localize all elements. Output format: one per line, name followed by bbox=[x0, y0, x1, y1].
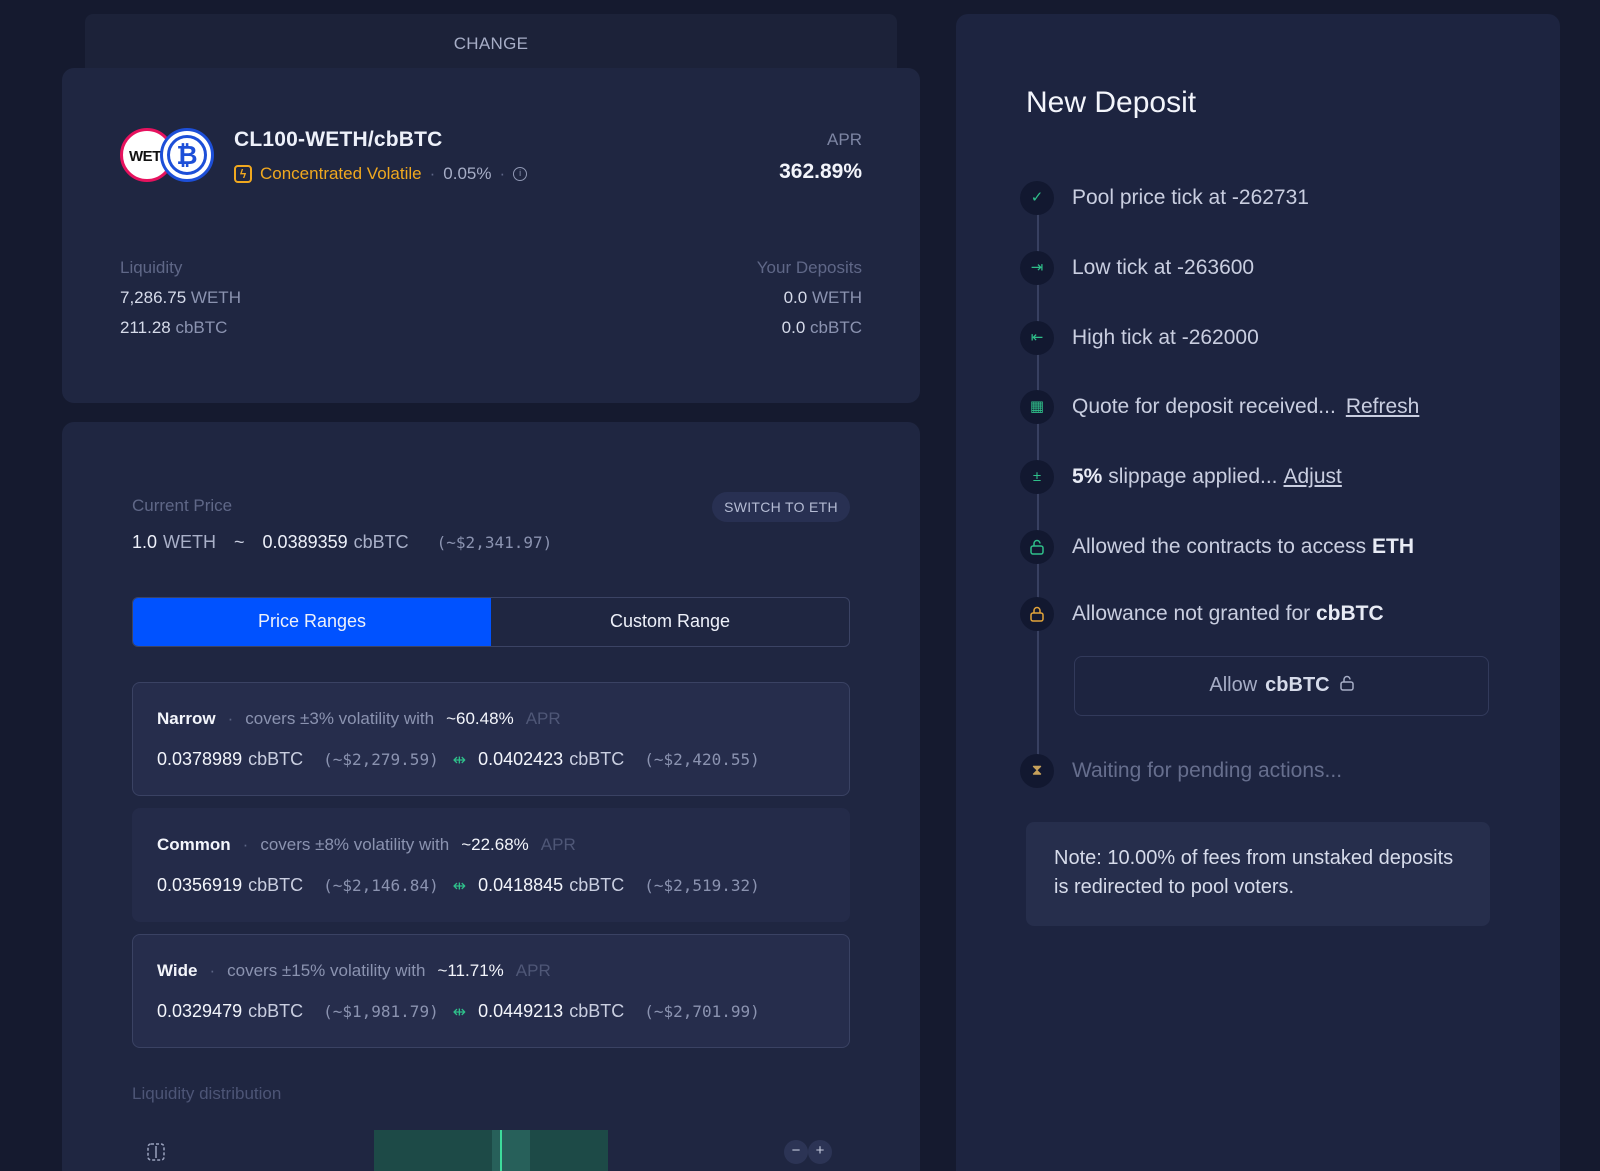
range-toggle: Price Ranges Custom Range bbox=[132, 597, 850, 647]
pool-card: WETH ₿ CL100-WETH/cbBTC ϟ Concentrated V… bbox=[62, 68, 920, 403]
allow-cbbtc-button[interactable]: Allow cbBTC bbox=[1074, 656, 1489, 716]
range-arrows-icon: ⇹ bbox=[452, 878, 467, 895]
pool-fee: 0.05% bbox=[443, 164, 492, 183]
pool-type: Concentrated Volatile bbox=[260, 164, 422, 183]
bolt-icon: ϟ bbox=[234, 165, 252, 183]
apr-label: APR bbox=[827, 130, 862, 149]
steps-connector bbox=[1037, 214, 1039, 774]
step-low-tick: ⇥ Low tick at -263600 bbox=[1020, 251, 1254, 285]
liquidity-cbbtc: 211.28 cbBTC bbox=[120, 318, 228, 337]
switch-to-eth-button[interactable]: SWITCH TO ETH bbox=[712, 492, 850, 522]
check-icon: ✓ bbox=[1020, 181, 1054, 215]
step-allowed-eth: Allowed the contracts to access ETH bbox=[1020, 530, 1414, 564]
range-card: Current Price SWITCH TO ETH 1.0 WETH ~ 0… bbox=[62, 422, 920, 1171]
deposit-title: New Deposit bbox=[1026, 86, 1197, 119]
range-option-wide[interactable]: Wide · covers ±15% volatility with ~11.7… bbox=[132, 934, 850, 1048]
step-quote: ▦ Quote for deposit received... Refresh bbox=[1020, 390, 1419, 424]
liquidity-label: Liquidity bbox=[120, 258, 183, 277]
step-pool-tick: ✓ Pool price tick at -262731 bbox=[1020, 181, 1309, 215]
pool-meta: ϟ Concentrated Volatile · 0.05% · i bbox=[234, 164, 528, 184]
current-price-label: Current Price bbox=[132, 496, 233, 515]
pool-name: CL100-WETH/cbBTC bbox=[234, 128, 443, 151]
hourglass-icon: ⧗ bbox=[1020, 754, 1054, 788]
apr-value: 362.89% bbox=[779, 160, 862, 183]
token-pair-icons: WETH ₿ bbox=[120, 128, 220, 184]
deposit-cbbtc: 0.0 cbBTC bbox=[781, 318, 862, 337]
liquidity-distribution-label: Liquidity distribution bbox=[132, 1084, 282, 1103]
range-arrows-icon: ⇹ bbox=[452, 752, 467, 769]
unlock-icon bbox=[1339, 658, 1354, 715]
deposit-weth: 0.0 WETH bbox=[783, 288, 862, 307]
step-allowance-cbbtc: Allowance not granted for cbBTC bbox=[1020, 597, 1384, 631]
calculator-icon: ▦ bbox=[1020, 390, 1054, 424]
change-label: CHANGE bbox=[453, 34, 529, 53]
lock-icon bbox=[1020, 597, 1054, 631]
new-deposit-panel: New Deposit ✓ Pool price tick at -262731… bbox=[956, 14, 1560, 1171]
your-deposits-label: Your Deposits bbox=[756, 258, 862, 277]
liquidity-weth: 7,286.75 WETH bbox=[120, 288, 241, 307]
current-price-value: 1.0 WETH ~ 0.0389359 cbBTC (~$2,341.97) bbox=[132, 532, 553, 552]
range-option-common[interactable]: Common · covers ±8% volatility with ~22.… bbox=[132, 808, 850, 922]
tab-price-ranges[interactable]: Price Ranges bbox=[133, 598, 491, 646]
zoom-in-icon[interactable]: + bbox=[808, 1140, 832, 1164]
info-icon[interactable]: i bbox=[513, 167, 528, 181]
plus-minus-icon: ± bbox=[1020, 460, 1054, 494]
range-select-icon[interactable] bbox=[146, 1142, 168, 1164]
enter-arrow-icon: ⇤ bbox=[1020, 321, 1054, 355]
unlock-icon bbox=[1020, 530, 1054, 564]
exit-arrow-icon: ⇥ bbox=[1020, 251, 1054, 285]
tab-custom-range[interactable]: Custom Range bbox=[491, 598, 849, 646]
refresh-link[interactable]: Refresh bbox=[1346, 395, 1420, 419]
step-waiting: ⧗ Waiting for pending actions... bbox=[1020, 754, 1342, 788]
adjust-link[interactable]: Adjust bbox=[1284, 465, 1342, 489]
step-slippage: ± 5% slippage applied... Adjust bbox=[1020, 460, 1342, 494]
fee-note: Note: 10.00% of fees from unstaked depos… bbox=[1026, 822, 1490, 926]
range-arrows-icon: ⇹ bbox=[452, 1004, 467, 1021]
range-option-narrow[interactable]: Narrow · covers ±3% volatility with ~60.… bbox=[132, 682, 850, 796]
step-high-tick: ⇤ High tick at -262000 bbox=[1020, 321, 1259, 355]
cbbtc-icon: ₿ bbox=[160, 128, 214, 182]
zoom-out-icon[interactable]: − bbox=[784, 1140, 808, 1164]
liquidity-distribution-chart[interactable] bbox=[374, 1130, 608, 1171]
